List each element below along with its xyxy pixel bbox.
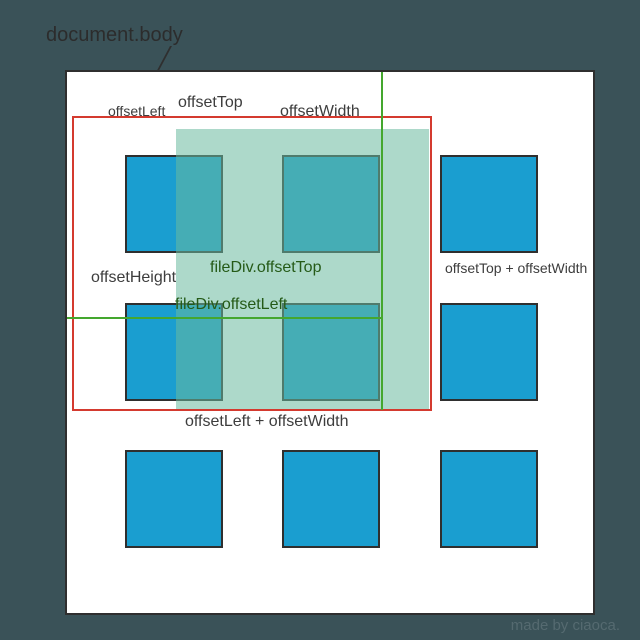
tile <box>125 450 223 548</box>
label-offsetheight: offsetHeight <box>91 269 176 287</box>
label-offsetwidth: offsetWidth <box>280 103 360 121</box>
tile <box>282 155 380 253</box>
label-offsetleft: offsetLeft <box>108 103 165 119</box>
tile <box>440 303 538 401</box>
tile <box>125 303 223 401</box>
label-offsettop: offsetTop <box>178 94 243 112</box>
diagram-stage: document.body offsetLeft offsetTop offse… <box>0 0 640 640</box>
tile <box>282 303 380 401</box>
tile-grid <box>65 70 595 615</box>
document-body-label: document.body <box>46 24 183 47</box>
label-offsettop-plus-offsetwidth: offsetTop + offsetWidth <box>445 260 587 276</box>
tile <box>282 450 380 548</box>
label-offsetleft-plus-offsetwidth: offsetLeft + offsetWidth <box>185 413 349 431</box>
tile <box>125 155 223 253</box>
label-filediv-offsettop: fileDiv.offsetTop <box>210 259 321 277</box>
credit-text: made by ciaoca. <box>511 617 620 634</box>
label-filediv-offsetleft: fileDiv.offsetLeft <box>175 296 287 314</box>
tile <box>440 155 538 253</box>
tile <box>440 450 538 548</box>
